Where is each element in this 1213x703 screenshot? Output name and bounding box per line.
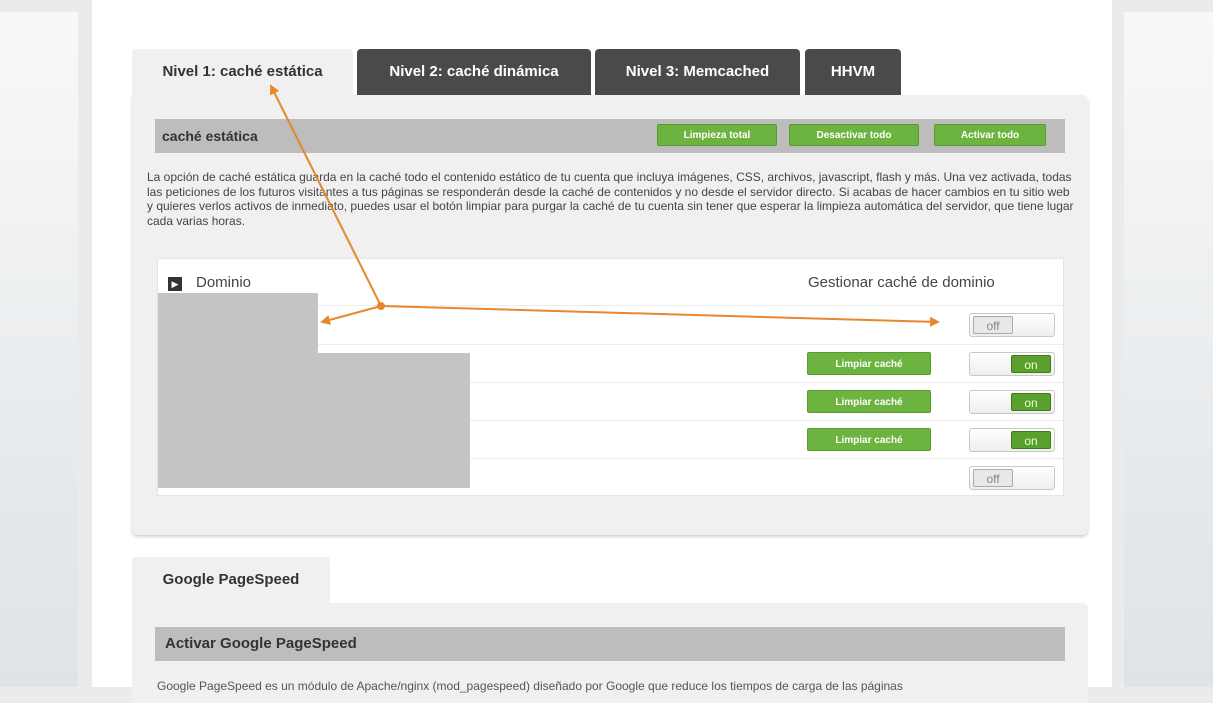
annotation-arrows (270, 84, 940, 327)
arrow-to-toggle (380, 305, 940, 327)
arrow-to-tab (270, 84, 382, 307)
arrow-to-domain (320, 305, 382, 325)
